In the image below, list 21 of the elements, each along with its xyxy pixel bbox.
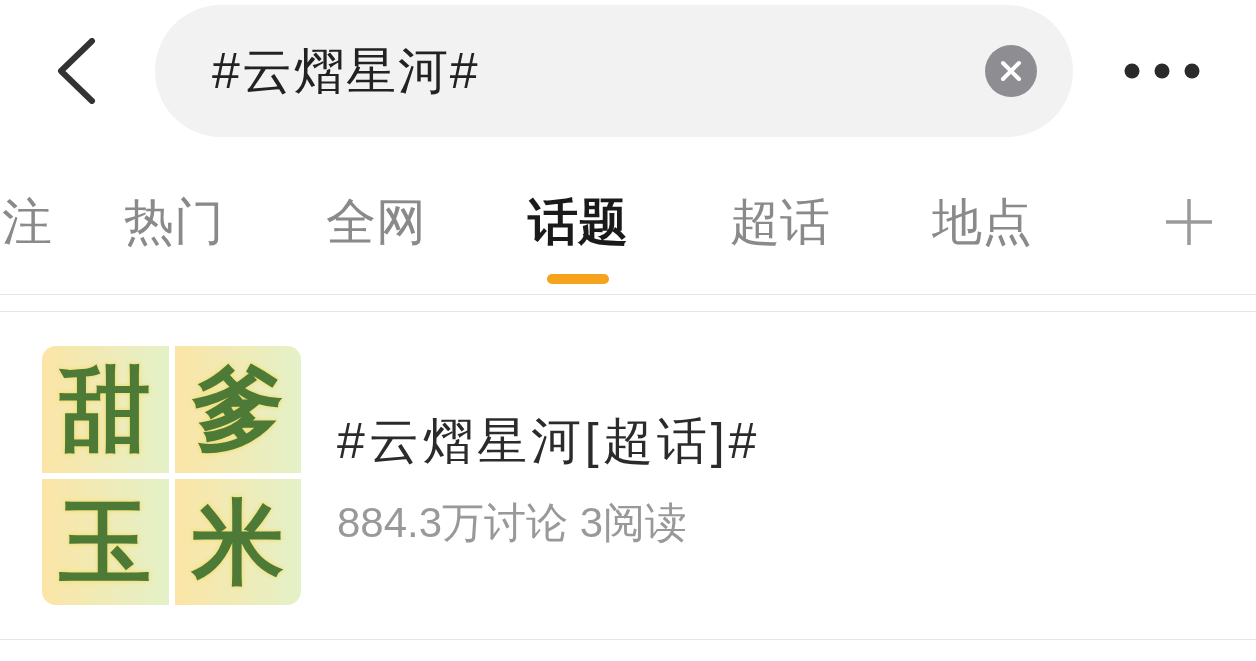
close-icon xyxy=(985,45,1037,97)
tab[interactable]: 地点 xyxy=(881,142,1083,294)
search-input[interactable]: #云熠星河# xyxy=(212,39,985,103)
tab[interactable]: 注 xyxy=(0,142,73,294)
search-bar[interactable]: #云熠星河# xyxy=(155,5,1073,137)
clear-button[interactable] xyxy=(985,45,1037,97)
tab[interactable]: 话题 xyxy=(477,142,679,294)
topic-stats: 884.3万讨论 3阅读 xyxy=(337,498,689,548)
cover-character: 玉 xyxy=(42,478,169,605)
tab-indicator xyxy=(547,274,609,284)
topic-result[interactable]: 甜 爹 玉 米 #云熠星河[超话]# 884.3万讨论 3阅读 xyxy=(0,312,1256,640)
tab[interactable]: 热门 xyxy=(73,142,275,294)
tab[interactable]: 全网 xyxy=(275,142,477,294)
more-icon xyxy=(1124,63,1200,79)
topic-title: #云熠星河[超话]# xyxy=(337,413,761,469)
plus-icon xyxy=(1165,198,1213,246)
cover-character: 爹 xyxy=(174,346,301,473)
cover-character: 甜 xyxy=(42,346,169,473)
cover-character: 米 xyxy=(174,478,301,605)
tab[interactable]: 超话 xyxy=(679,142,881,294)
chevron-left-icon xyxy=(56,38,96,104)
